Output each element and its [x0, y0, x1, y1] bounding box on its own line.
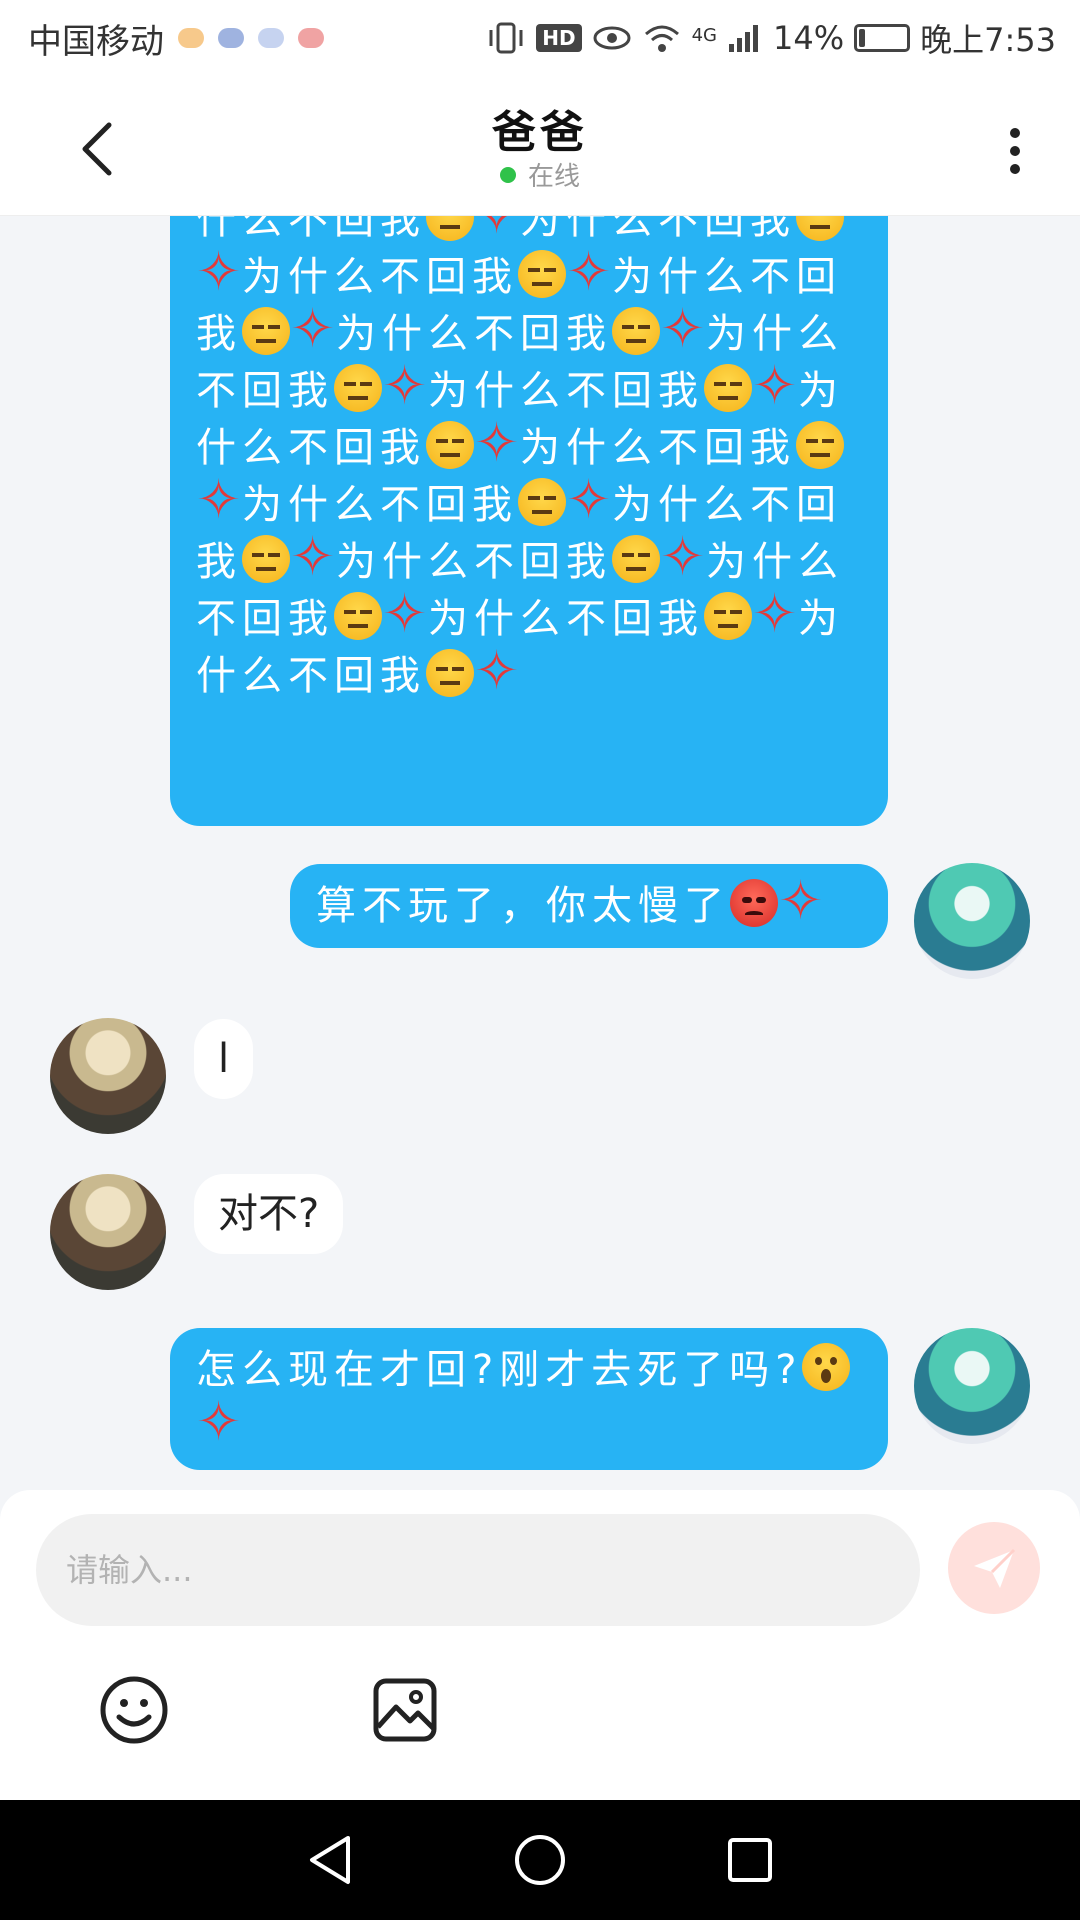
more-vertical-icon	[1010, 128, 1020, 138]
notification-icon	[178, 28, 204, 48]
anger-symbol-icon	[474, 641, 520, 701]
message-bubble-received[interactable]: 对不?	[194, 1174, 344, 1254]
anger-symbol-icon	[660, 527, 706, 587]
message-bubble-received[interactable]: l	[194, 1019, 254, 1099]
anger-symbol-icon	[290, 299, 336, 359]
status-bar: 中国移动 HD 4G 14% 晚上7:53	[0, 0, 1080, 76]
online-dot	[499, 166, 516, 183]
anger-symbol-icon	[474, 216, 520, 245]
message-text: 对不?	[218, 1191, 320, 1237]
more-dot	[1010, 146, 1020, 156]
image-button[interactable]	[365, 1670, 445, 1750]
neutral-face-icon	[518, 250, 566, 298]
anger-symbol-icon	[566, 242, 612, 302]
battery-level-fill	[859, 29, 866, 47]
neutral-face-icon	[426, 649, 474, 697]
online-status: 在线	[0, 156, 1080, 193]
message-text: 什么不回我为什么不回我为什么不回我为什么不回我为什么不回我为什么不回我为什么不回…	[196, 216, 844, 701]
neutral-face-icon	[518, 478, 566, 526]
anger-symbol-icon	[752, 584, 798, 644]
neutral-face-icon	[704, 364, 752, 412]
signal-icon	[729, 25, 758, 52]
emoji-icon	[100, 1676, 168, 1744]
angry-face-icon	[730, 879, 778, 927]
neutral-face-icon	[612, 307, 660, 355]
anger-symbol-icon	[474, 413, 520, 473]
clock: 晚上7:53	[920, 21, 1056, 59]
send-icon	[974, 1548, 1016, 1588]
send-button[interactable]	[948, 1522, 1040, 1614]
online-status-label: 在线	[527, 162, 580, 192]
neutral-face-icon	[334, 364, 382, 412]
message-text: 怎么现在才回?刚才去死了吗?	[196, 1343, 851, 1452]
battery-percent: 14%	[773, 19, 845, 57]
wifi-icon	[644, 25, 679, 52]
carrier-label: 中国移动	[28, 21, 164, 62]
anger-symbol-icon	[382, 584, 428, 644]
status-bar-left: 中国移动	[28, 14, 324, 63]
anger-symbol-icon	[196, 242, 242, 302]
message-bubble-sent[interactable]: 算不玩了，你太慢了	[290, 864, 888, 948]
app-notification-icon	[258, 28, 284, 48]
battery-icon	[854, 24, 911, 52]
neutral-face-icon	[426, 216, 474, 241]
circle-home-icon	[515, 1835, 565, 1885]
system-nav-bar	[0, 1800, 1080, 1920]
emoji-button[interactable]	[94, 1670, 174, 1750]
network-type: 4G	[691, 25, 717, 46]
neutral-face-icon	[242, 535, 290, 583]
planet-icon	[218, 28, 244, 48]
my-avatar[interactable]	[914, 863, 1030, 979]
anger-symbol-icon	[566, 470, 612, 530]
surprised-face-icon	[802, 1343, 851, 1391]
composer-panel	[0, 1490, 1080, 1800]
neutral-face-icon	[612, 535, 660, 583]
hd-badge: HD	[536, 24, 582, 52]
neutral-face-icon	[242, 307, 290, 355]
triangle-back-icon	[310, 1836, 350, 1884]
contact-name: 爸爸	[492, 107, 588, 158]
status-bar-right: HD 4G 14% 晚上7:53	[486, 15, 1056, 61]
message-input[interactable]	[36, 1514, 920, 1626]
anger-symbol-icon	[660, 299, 706, 359]
neutral-face-icon	[796, 216, 844, 241]
message-text: 算不玩了，你太慢了	[316, 871, 824, 931]
nav-recents-button[interactable]	[720, 1830, 780, 1890]
cherry-icon	[298, 28, 324, 48]
anger-symbol-icon	[382, 356, 428, 416]
message-text: l	[218, 1036, 230, 1082]
message-bubble-sent[interactable]: 怎么现在才回?刚才去死了吗?	[170, 1328, 888, 1470]
nav-home-button[interactable]	[510, 1830, 570, 1890]
eye-icon	[593, 26, 631, 50]
neutral-face-icon	[796, 421, 844, 469]
my-avatar[interactable]	[914, 1328, 1030, 1444]
anger-symbol-icon	[290, 527, 336, 587]
anger-symbol-icon	[196, 1392, 242, 1452]
vibrate-icon	[489, 22, 523, 54]
contact-avatar[interactable]	[50, 1018, 166, 1134]
message-list[interactable]: 什么不回我为什么不回我为什么不回我为什么不回我为什么不回我为什么不回我为什么不回…	[0, 216, 1080, 1490]
contact-avatar[interactable]	[50, 1174, 166, 1290]
neutral-face-icon	[426, 421, 474, 469]
nav-back-button[interactable]	[300, 1830, 360, 1890]
neutral-face-icon	[704, 592, 752, 640]
more-options-button[interactable]	[990, 116, 1040, 186]
message-bubble-sent[interactable]: 什么不回我为什么不回我为什么不回我为什么不回我为什么不回我为什么不回我为什么不回…	[170, 216, 888, 826]
neutral-face-icon	[334, 592, 382, 640]
anger-symbol-icon	[752, 356, 798, 416]
image-icon	[373, 1678, 437, 1742]
square-recents-icon	[728, 1838, 772, 1882]
chat-header: 爸爸 在线	[0, 76, 1080, 216]
anger-symbol-icon	[778, 871, 824, 931]
more-dot	[1010, 164, 1020, 174]
anger-symbol-icon	[196, 470, 242, 530]
